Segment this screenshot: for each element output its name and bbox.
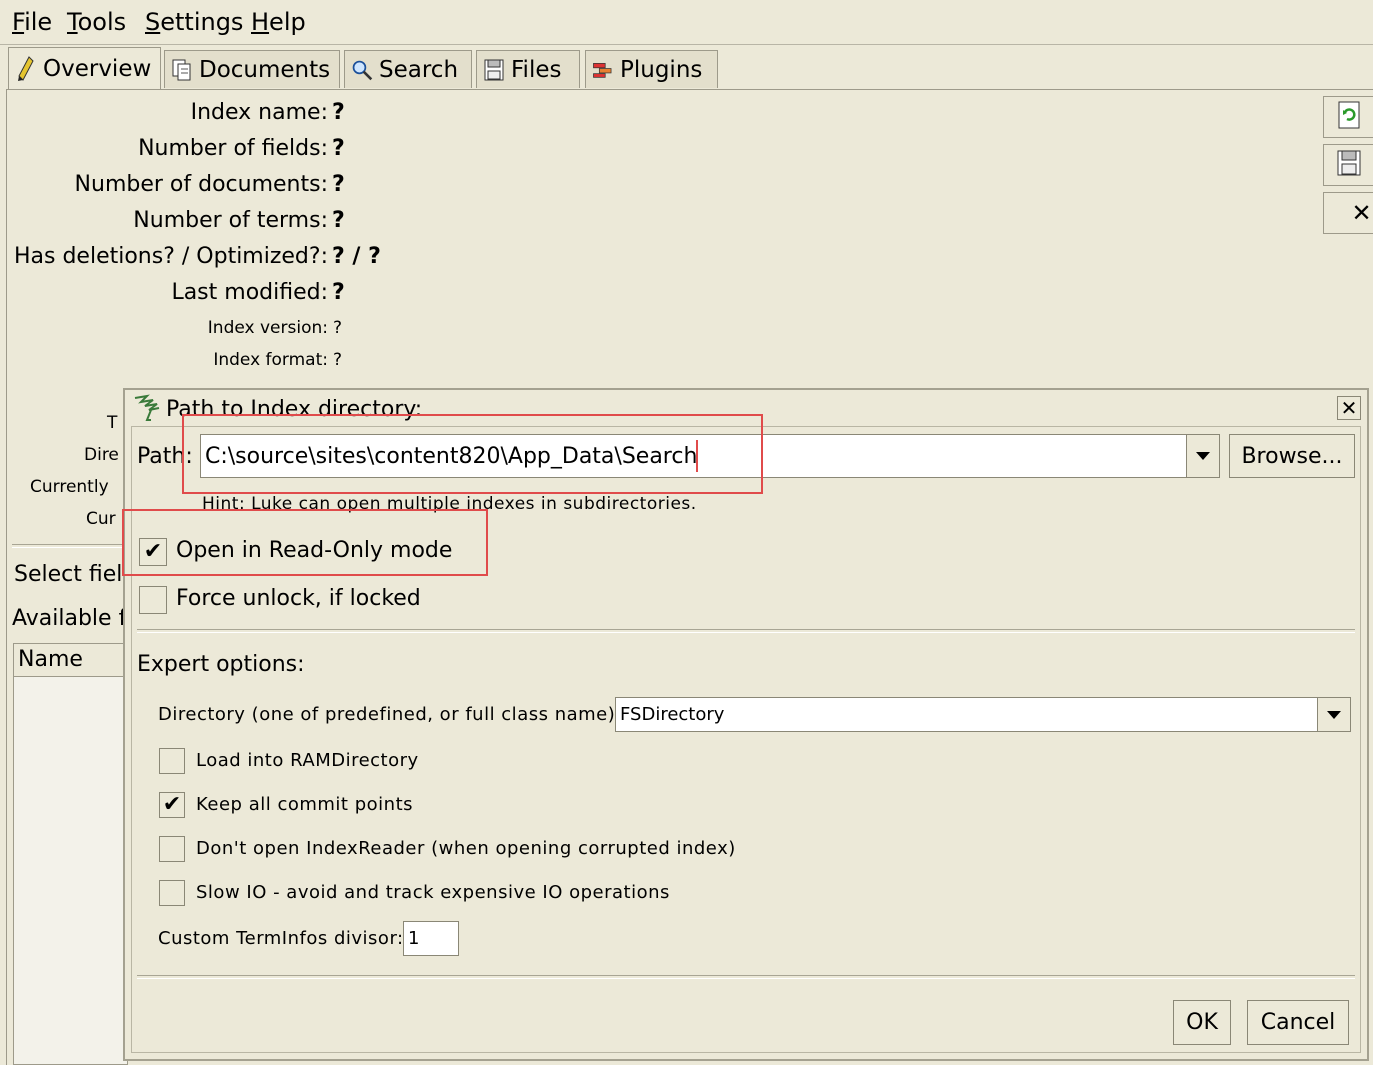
index-name-label: Index name: [190, 100, 328, 125]
menu-tools[interactable]: Tools [67, 8, 126, 36]
fields-table: Name [13, 643, 128, 1065]
partial-label-currently: Currently [30, 477, 109, 497]
directory-dropdown-button[interactable] [1317, 698, 1350, 731]
dialog-close-button[interactable]: ✕ [1337, 396, 1361, 420]
dialog-separator-bottom [137, 975, 1355, 979]
dont-open-label: Don't open IndexReader (when opening cor… [196, 838, 736, 859]
reopen-icon [1337, 100, 1361, 134]
menu-settings[interactable]: Settings [145, 8, 243, 36]
directory-combo[interactable]: FSDirectory [615, 697, 1351, 732]
dialog-app-icon [131, 392, 163, 428]
dont-open-checkbox[interactable] [159, 836, 185, 862]
index-name-value: ? [332, 100, 345, 125]
last-modified-value: ? [332, 280, 345, 305]
deletions-label: Has deletions? / Optimized?: [13, 244, 328, 269]
documents-icon [171, 58, 193, 82]
force-unlock-checkbox[interactable] [139, 586, 167, 614]
keep-commits-label: Keep all commit points [196, 794, 413, 815]
path-dropdown-button[interactable] [1186, 435, 1219, 477]
plugins-icon [592, 58, 614, 82]
browse-button[interactable]: Browse... [1229, 434, 1355, 478]
index-format-label: Index format: [213, 350, 328, 370]
num-docs-value: ? [332, 172, 345, 197]
terminfos-input[interactable]: 1 [403, 921, 459, 956]
ok-button[interactable]: OK [1173, 1000, 1231, 1045]
slow-io-label: Slow IO - avoid and track expensive IO o… [196, 882, 670, 903]
table-header-name[interactable]: Name [14, 644, 127, 677]
slow-io-checkbox[interactable] [159, 880, 185, 906]
menu-file[interactable]: File [12, 8, 52, 36]
load-ram-label: Load into RAMDirectory [196, 750, 419, 771]
directory-value[interactable]: FSDirectory [620, 698, 724, 731]
load-ram-checkbox[interactable] [159, 748, 185, 774]
chevron-down-icon [1327, 710, 1341, 719]
cancel-button[interactable]: Cancel [1247, 1000, 1349, 1045]
check-mark-icon: ✔ [162, 792, 182, 817]
directory-label: Directory (one of predefined, or full cl… [158, 704, 622, 725]
close-icon: ✕ [1351, 199, 1372, 227]
path-highlight-box [182, 414, 763, 494]
tab-documents[interactable]: Documents [164, 50, 340, 88]
save-button[interactable] [1323, 144, 1373, 186]
tab-files[interactable]: Files [476, 50, 580, 88]
close-index-button[interactable]: ✕ [1323, 192, 1373, 234]
menu-help[interactable]: Help [251, 8, 306, 36]
tab-search[interactable]: Search [344, 50, 472, 88]
index-format-value: ? [333, 350, 343, 370]
readonly-highlight-box [122, 509, 488, 576]
tab-overview[interactable]: Overview [8, 47, 161, 90]
force-unlock-label: Force unlock, if locked [176, 586, 421, 611]
reopen-button[interactable] [1323, 96, 1373, 138]
chevron-down-icon [1196, 452, 1210, 460]
expert-options-label: Expert options: [137, 652, 305, 677]
num-terms-label: Number of terms: [133, 208, 328, 233]
index-version-value: ? [333, 318, 343, 338]
available-fields-label: Available f [12, 606, 127, 631]
index-version-label: Index version: [207, 318, 328, 338]
menu-bar: File Tools Settings Help [0, 0, 1373, 45]
dialog-separator-top [137, 629, 1355, 633]
last-modified-label: Last modified: [171, 280, 328, 305]
terminfos-label: Custom TermInfos divisor: [158, 928, 404, 949]
pencil-icon [15, 56, 37, 81]
overview-separator [12, 544, 132, 548]
num-docs-label: Number of documents: [74, 172, 328, 197]
keep-commits-checkbox[interactable]: ✔ [159, 792, 185, 818]
tab-plugins[interactable]: Plugins [585, 50, 718, 88]
partial-label-cur: Cur [86, 509, 116, 529]
partial-label-t: T [107, 413, 118, 433]
close-icon: ✕ [1340, 396, 1358, 420]
save-icon [1336, 149, 1362, 181]
search-icon [351, 58, 373, 82]
select-fields-label: Select fiel [14, 562, 123, 587]
partial-label-dire: Dire [84, 445, 119, 465]
num-terms-value: ? [332, 208, 345, 233]
num-fields-label: Number of fields: [138, 136, 328, 161]
files-icon [483, 58, 505, 82]
deletions-value: ? / ? [332, 244, 381, 269]
num-fields-value: ? [332, 136, 345, 161]
